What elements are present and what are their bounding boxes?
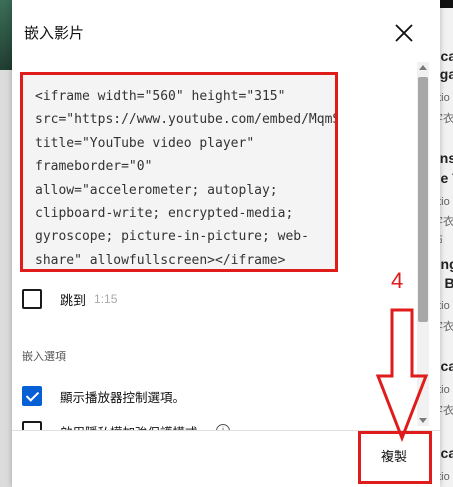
show-controls-label: 顯示播放器控制選項。 bbox=[60, 389, 186, 405]
embed-options-heading: 嵌入選項 bbox=[22, 350, 66, 363]
background-text: ritio bbox=[440, 300, 450, 312]
start-at-checkbox[interactable] bbox=[22, 289, 42, 309]
background-text: 布 bbox=[440, 231, 443, 247]
background-text: h B bbox=[440, 275, 453, 291]
scrollbar-thumb[interactable] bbox=[418, 77, 428, 322]
background-related-videos: dcas ega ritio 字衣氣 ens he T ritio 字衣 布 t… bbox=[440, 0, 453, 487]
start-at-row: 跳到 1:15 bbox=[22, 288, 117, 310]
background-text: 字衣 bbox=[440, 216, 453, 228]
background-text: ega bbox=[440, 66, 453, 82]
background-thumbnail bbox=[0, 0, 12, 70]
close-icon bbox=[395, 24, 413, 42]
background-text: ting bbox=[440, 256, 453, 272]
copy-button[interactable]: 複製 bbox=[374, 446, 414, 470]
background-text: ritio bbox=[440, 92, 450, 104]
background-text: he T bbox=[440, 170, 453, 186]
background-thumbnail bbox=[440, 0, 453, 8]
start-at-time[interactable]: 1:15 bbox=[94, 292, 117, 306]
background-text: 字衣氣 bbox=[440, 113, 453, 125]
scroll-up-arrow-icon[interactable] bbox=[419, 65, 427, 70]
privacy-mode-checkbox[interactable] bbox=[22, 421, 42, 430]
privacy-mode-label: 啟用隱私權加強保護模式。 bbox=[60, 422, 210, 431]
background-text: dcas bbox=[440, 358, 453, 374]
background-text: ens bbox=[440, 150, 453, 166]
background-text: ritio bbox=[440, 196, 450, 208]
dialog-content: <iframe width="560" height="315" src="ht… bbox=[12, 62, 432, 430]
option-privacy-mode: 啟用隱私權加強保護模式。 i bbox=[22, 421, 231, 431]
background-text: dcas bbox=[440, 48, 453, 64]
option-show-controls: 顯示播放器控制選項。 bbox=[22, 386, 185, 406]
close-button[interactable] bbox=[392, 21, 416, 45]
down-arrow-annotation-icon bbox=[375, 308, 429, 443]
background-text: ritio bbox=[440, 384, 450, 396]
background-text: ritio bbox=[440, 471, 450, 483]
show-controls-checkbox[interactable] bbox=[22, 386, 42, 406]
step-number-annotation: 4 bbox=[391, 268, 404, 293]
embed-code-textarea[interactable]: <iframe width="560" height="315" src="ht… bbox=[20, 72, 338, 272]
background-left-strip bbox=[0, 0, 12, 487]
dialog-title: 嵌入影片 bbox=[24, 24, 85, 42]
background-text: 字衣氣 bbox=[440, 321, 453, 333]
embed-video-dialog: 嵌入影片 <iframe width="560" height="315" sr… bbox=[12, 0, 440, 487]
background-text: dcas bbox=[440, 445, 453, 461]
start-at-label: 跳到 bbox=[60, 293, 87, 309]
background-text: 字衣氣 bbox=[440, 405, 453, 417]
